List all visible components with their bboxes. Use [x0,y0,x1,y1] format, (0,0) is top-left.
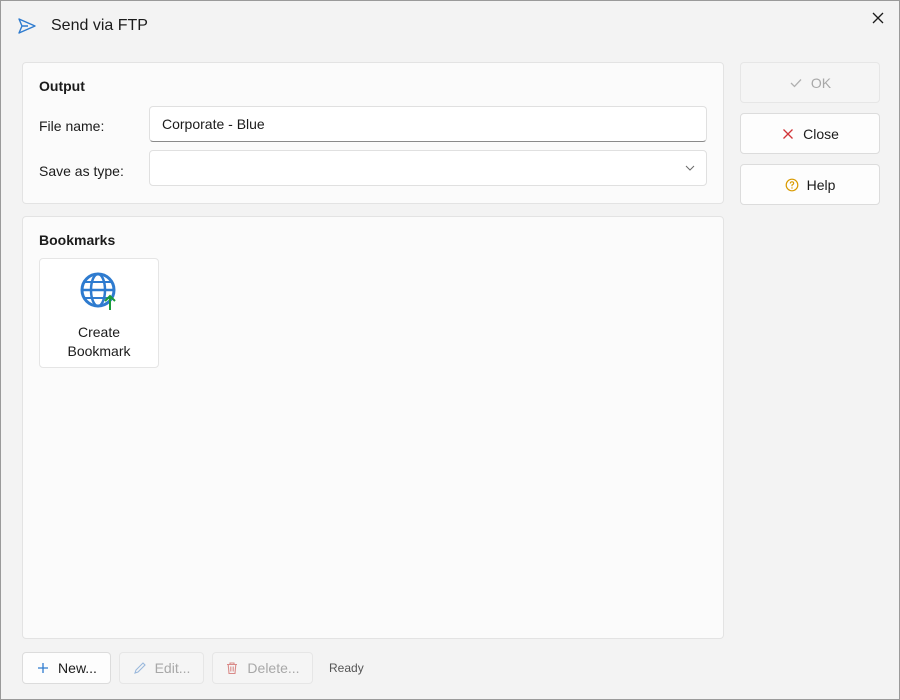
title-bar: Send via FTP [1,1,899,51]
plus-icon [38,663,49,673]
close-icon [872,12,884,24]
window-title: Send via FTP [51,17,148,34]
chevron-down-icon [685,165,695,171]
edit-label: Edit... [154,660,191,676]
ok-button[interactable]: OK [740,62,880,103]
delete-label: Delete... [247,660,300,676]
close-window-button[interactable] [863,5,893,31]
output-heading: Output [39,78,85,94]
globe-add-icon [80,272,116,310]
help-label: Help [806,176,836,193]
file-name-input[interactable]: Corporate - Blue [149,106,707,142]
save-as-type-label: Save as type: [39,163,124,179]
create-bookmark-label: Create Bookmark [67,324,131,359]
file-name-label: File name: [39,118,105,134]
close-icon [783,128,794,139]
output-panel: Output File name: Corporate - Blue Save … [22,62,724,204]
close-label: Close [803,125,839,142]
file-name-value: Corporate - Blue [162,116,265,132]
ok-label: OK [810,74,832,91]
send-icon [18,18,36,34]
create-bookmark-tile[interactable]: Create Bookmark [39,258,159,368]
pencil-icon [133,662,146,674]
help-icon [785,178,798,191]
new-button[interactable]: New... [22,652,111,684]
bookmarks-panel: Bookmarks Create Bookmark [22,216,724,639]
send-via-ftp-dialog: Send via FTP Output File name: Corporate… [0,0,900,700]
help-button[interactable]: Help [740,164,880,205]
status-text: Ready [329,661,364,675]
new-label: New... [58,660,97,676]
trash-icon [227,662,238,675]
checkmark-icon [790,78,802,87]
bookmarks-heading: Bookmarks [39,232,116,248]
close-button[interactable]: Close [740,113,880,154]
delete-button[interactable]: Delete... [212,652,313,684]
edit-button[interactable]: Edit... [119,652,204,684]
save-as-type-select[interactable] [149,150,707,186]
